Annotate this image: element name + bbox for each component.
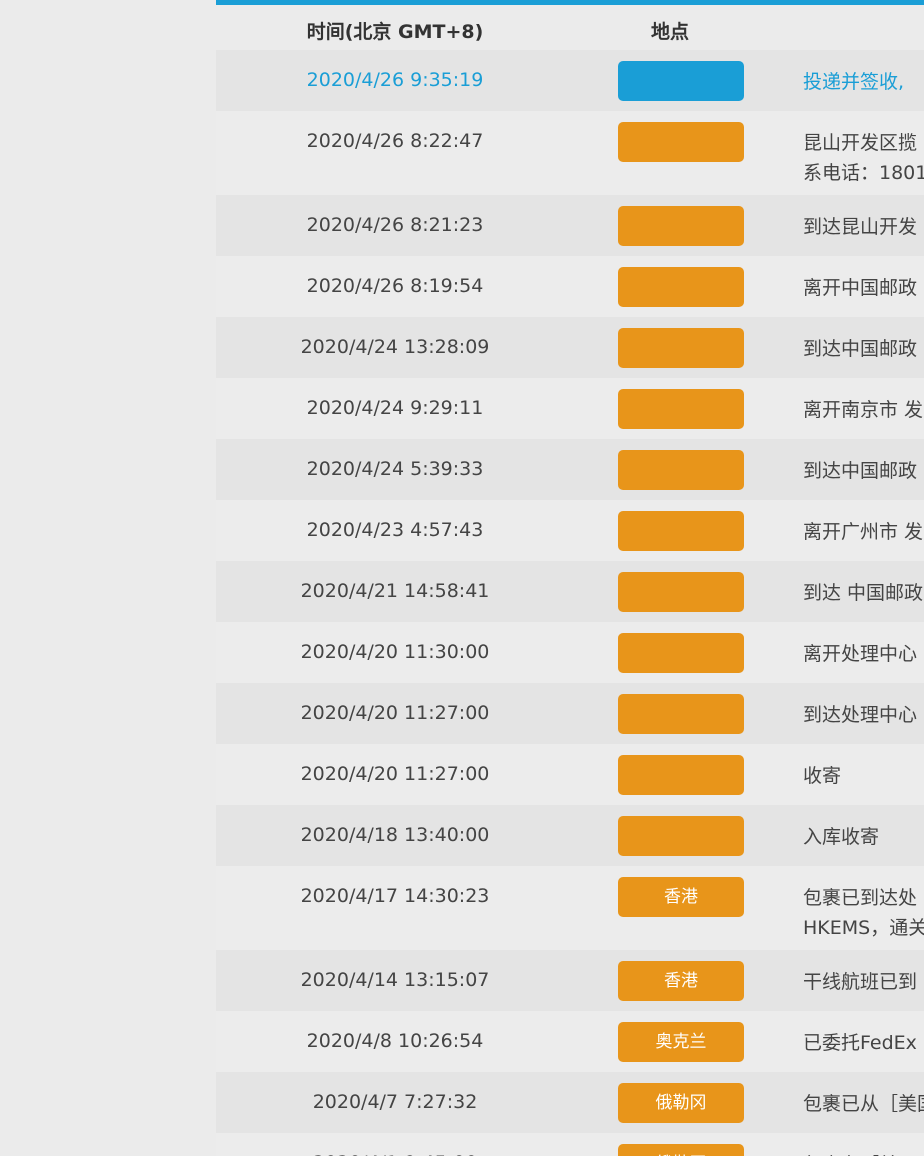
description-line: 到达中国邮政 bbox=[803, 338, 918, 360]
description-line: 到达处理中心 bbox=[803, 704, 918, 726]
description-line: 包裹已从［美国 bbox=[803, 1093, 924, 1115]
table-row: 2020/4/26 8:21:23 到达昆山开发 bbox=[216, 195, 924, 256]
row-description: 到达中国邮政 bbox=[803, 456, 924, 486]
row-time: 2020/4/26 8:22:47 bbox=[306, 130, 484, 152]
description-line: 离开广州市 发 bbox=[803, 521, 924, 543]
tracking-table: 时间(北京 GMT+8) 地点 2020/4/26 9:35:19 投递并签收, 2… bbox=[216, 0, 924, 1156]
row-description: 到达昆山开发 bbox=[803, 212, 924, 242]
row-time: 2020/4/14 13:15:07 bbox=[300, 969, 490, 991]
table-row: 2020/4/26 9:35:19 投递并签收, bbox=[216, 50, 924, 111]
table-row: 2020/4/8 10:26:54 奥克兰 已委托FedEx bbox=[216, 1011, 924, 1072]
location-badge: 俄勒冈 bbox=[618, 1144, 744, 1156]
description-line: 到达 中国邮政 bbox=[803, 582, 924, 604]
description-line: 包裹在［美国 bbox=[803, 1150, 924, 1156]
description-line: 昆山开发区揽 bbox=[803, 132, 918, 154]
row-time: 2020/4/26 8:19:54 bbox=[306, 275, 484, 297]
table-row: 2020/4/17 14:30:23 香港 包裹已到达处 HKEMS，通关 bbox=[216, 866, 924, 950]
row-description: 到达中国邮政 bbox=[803, 334, 924, 364]
table-row: 2020/4/20 11:30:00 离开处理中心 bbox=[216, 622, 924, 683]
header-time: 时间(北京 GMT+8) bbox=[306, 21, 484, 43]
table-row: 2020/4/1 9:45:00 俄勒冈包裹在［美国 bbox=[216, 1133, 924, 1156]
row-description: 离开广州市 发 bbox=[803, 517, 924, 547]
description-line: 收寄 bbox=[803, 765, 842, 787]
description-line: 离开南京市 发 bbox=[803, 399, 924, 421]
row-description: 离开中国邮政 bbox=[803, 273, 924, 303]
table-row: 2020/4/7 7:27:32 俄勒冈 包裹已从［美国 bbox=[216, 1072, 924, 1133]
location-badge bbox=[618, 816, 744, 856]
row-time: 2020/4/23 4:57:43 bbox=[306, 519, 484, 541]
location-badge bbox=[618, 694, 744, 734]
table-row: 2020/4/24 5:39:33 到达中国邮政 bbox=[216, 439, 924, 500]
table-row: 2020/4/20 11:27:00 收寄 bbox=[216, 744, 924, 805]
table-header: 时间(北京 GMT+8) 地点 bbox=[216, 5, 924, 50]
location-badge: 俄勒冈 bbox=[618, 1083, 744, 1123]
description-line: 离开中国邮政 bbox=[803, 277, 918, 299]
row-time: 2020/4/7 7:27:32 bbox=[312, 1091, 478, 1113]
location-badge bbox=[618, 572, 744, 612]
row-description: 干线航班已到 bbox=[803, 967, 924, 997]
tracking-rows: 2020/4/26 9:35:19 投递并签收, 2020/4/26 8:22:47… bbox=[216, 50, 924, 1156]
location-badge bbox=[618, 633, 744, 673]
row-time: 2020/4/24 13:28:09 bbox=[300, 336, 490, 358]
row-description: 包裹在［美国 bbox=[803, 1150, 924, 1156]
row-time: 2020/4/8 10:26:54 bbox=[306, 1030, 484, 1052]
row-time: 2020/4/26 8:21:23 bbox=[306, 214, 484, 236]
row-description: 收寄 bbox=[803, 761, 924, 791]
description-line: 已委托FedEx bbox=[803, 1032, 917, 1054]
row-time: 2020/4/24 5:39:33 bbox=[306, 458, 484, 480]
description-line: 包裹已到达处 bbox=[803, 887, 918, 909]
description-line: 系电话：1801 bbox=[803, 162, 924, 184]
row-time: 2020/4/21 14:58:41 bbox=[300, 580, 490, 602]
location-badge bbox=[618, 389, 744, 429]
row-description: 离开南京市 发 bbox=[803, 395, 924, 425]
header-location: 地点 bbox=[650, 21, 689, 43]
location-badge bbox=[618, 267, 744, 307]
row-description: 离开处理中心 bbox=[803, 639, 924, 669]
location-badge bbox=[618, 755, 744, 795]
row-time: 2020/4/18 13:40:00 bbox=[300, 824, 490, 846]
location-badge bbox=[618, 450, 744, 490]
row-time: 2020/4/20 11:27:00 bbox=[300, 763, 490, 785]
tracking-page: 时间(北京 GMT+8) 地点 2020/4/26 9:35:19 投递并签收, 2… bbox=[0, 0, 924, 1156]
description-line: 投递并签收, bbox=[803, 71, 905, 93]
description-line: 干线航班已到 bbox=[803, 971, 918, 993]
row-description: 已委托FedEx bbox=[803, 1028, 924, 1058]
row-description: 入库收寄 bbox=[803, 822, 924, 852]
location-badge: 香港 bbox=[618, 961, 744, 1001]
row-description: 投递并签收, bbox=[803, 67, 924, 97]
row-description: 昆山开发区揽 系电话：1801 bbox=[803, 128, 924, 188]
location-badge: 香港 bbox=[618, 877, 744, 917]
table-row: 2020/4/21 14:58:41 到达 中国邮政 bbox=[216, 561, 924, 622]
table-row: 2020/4/14 13:15:07 香港 干线航班已到 bbox=[216, 950, 924, 1011]
table-row: 2020/4/23 4:57:43 离开广州市 发 bbox=[216, 500, 924, 561]
description-line: 到达昆山开发 bbox=[803, 216, 918, 238]
table-row: 2020/4/24 9:29:11 离开南京市 发 bbox=[216, 378, 924, 439]
location-badge bbox=[618, 206, 744, 246]
row-time: 2020/4/20 11:30:00 bbox=[300, 641, 490, 663]
description-line: 到达中国邮政 bbox=[803, 460, 918, 482]
location-badge bbox=[618, 122, 744, 162]
table-row: 2020/4/26 8:19:54 离开中国邮政 bbox=[216, 256, 924, 317]
description-line: 入库收寄 bbox=[803, 826, 880, 848]
description-line: HKEMS，通关 bbox=[803, 917, 924, 939]
row-description: 到达处理中心 bbox=[803, 700, 924, 730]
location-badge: 奥克兰 bbox=[618, 1022, 744, 1062]
row-description: 到达 中国邮政 bbox=[803, 578, 924, 608]
location-badge bbox=[618, 328, 744, 368]
row-description: 包裹已到达处 HKEMS，通关 bbox=[803, 883, 924, 943]
row-time: 2020/4/20 11:27:00 bbox=[300, 702, 490, 724]
description-line: 离开处理中心 bbox=[803, 643, 918, 665]
row-description: 包裹已从［美国 bbox=[803, 1089, 924, 1119]
table-row: 2020/4/24 13:28:09 到达中国邮政 bbox=[216, 317, 924, 378]
table-row: 2020/4/20 11:27:00 到达处理中心 bbox=[216, 683, 924, 744]
row-time: 2020/4/17 14:30:23 bbox=[300, 885, 490, 907]
row-time: 2020/4/1 9:45:00 bbox=[216, 1152, 574, 1156]
location-badge bbox=[618, 61, 744, 101]
location-badge bbox=[618, 511, 744, 551]
row-time: 2020/4/24 9:29:11 bbox=[306, 397, 484, 419]
table-row: 2020/4/18 13:40:00 入库收寄 bbox=[216, 805, 924, 866]
row-time: 2020/4/26 9:35:19 bbox=[306, 69, 484, 91]
table-row: 2020/4/26 8:22:47 昆山开发区揽 系电话：1801 bbox=[216, 111, 924, 195]
